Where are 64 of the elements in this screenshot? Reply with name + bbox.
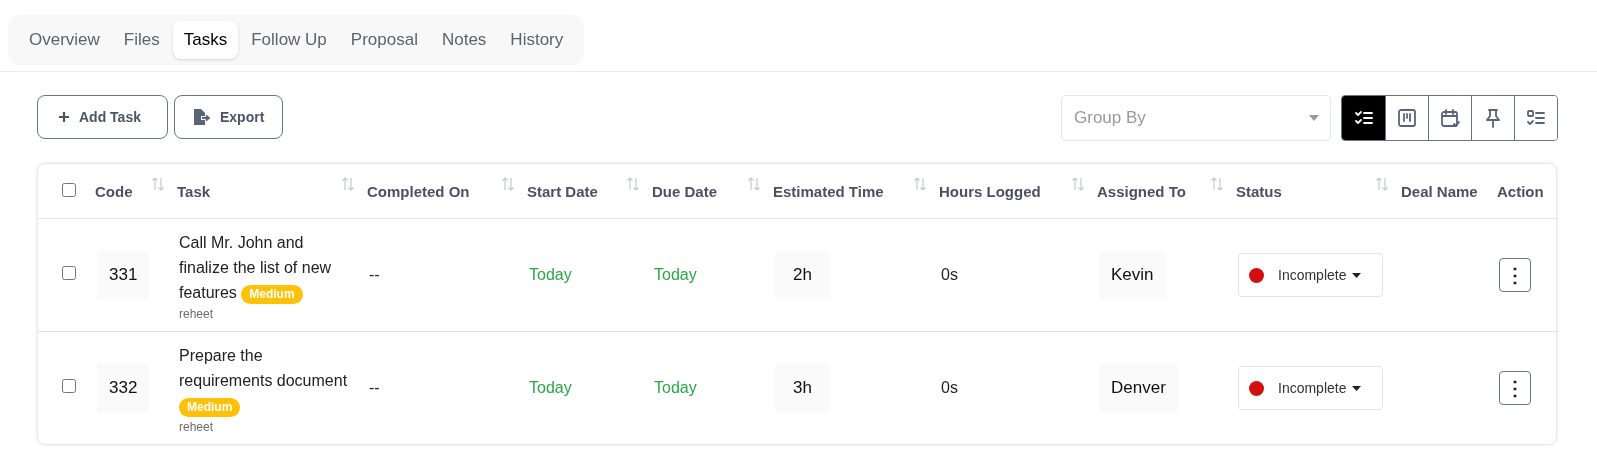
sort-icon[interactable] xyxy=(341,176,355,191)
sort-icon[interactable] xyxy=(1210,176,1224,191)
completed-date: -- xyxy=(369,266,380,283)
row-checkbox[interactable] xyxy=(62,266,76,280)
add-task-button[interactable]: Add Task xyxy=(37,95,168,139)
more-actions-button[interactable]: ⋮ xyxy=(1499,258,1531,292)
column-header: Code xyxy=(95,182,133,200)
board-icon xyxy=(1396,107,1418,129)
column-header: Hours Logged xyxy=(939,182,1041,200)
plus-icon xyxy=(58,111,70,123)
column-header: Action xyxy=(1497,182,1544,200)
sort-icon[interactable] xyxy=(626,176,640,191)
completed-date: -- xyxy=(369,379,380,396)
file-export-icon xyxy=(193,109,211,125)
select-all-checkbox[interactable] xyxy=(62,182,76,197)
column-header: Status xyxy=(1236,182,1282,200)
sort-icon[interactable] xyxy=(1071,176,1085,191)
tab[interactable]: Follow Up xyxy=(240,21,338,59)
export-button[interactable]: Export xyxy=(174,95,284,139)
column-header: Start Date xyxy=(527,182,598,200)
tab[interactable]: Proposal xyxy=(339,21,429,59)
tab[interactable]: Notes xyxy=(430,21,498,59)
estimated-time: 3h xyxy=(775,364,830,412)
sort-icon[interactable] xyxy=(1375,176,1389,191)
status-dropdown[interactable]: Incomplete xyxy=(1238,366,1383,410)
sort-icon[interactable] xyxy=(151,176,165,191)
column-header: Estimated Time xyxy=(773,182,884,200)
caret-icon xyxy=(1352,385,1362,391)
estimated-time: 2h xyxy=(775,251,830,299)
checklist-view-button[interactable] xyxy=(1514,96,1557,140)
sort-icon[interactable] xyxy=(913,176,927,191)
calendar-icon xyxy=(1439,107,1461,129)
task-title[interactable]: Call Mr. John and finalize the list of new features Medium xyxy=(179,229,353,305)
hours-logged: 0s xyxy=(941,266,958,283)
more-actions-button[interactable]: ⋮ xyxy=(1499,371,1531,405)
hours-logged: 0s xyxy=(941,379,958,396)
assignee-name: Kevin xyxy=(1099,251,1166,299)
column-header: Deal Name xyxy=(1401,182,1478,200)
task-title[interactable]: Prepare the requirements document Medium xyxy=(179,342,353,418)
tab[interactable]: Tasks xyxy=(172,21,239,59)
start-date: Today xyxy=(529,379,572,396)
column-header: Task xyxy=(177,182,211,200)
status-dropdown[interactable]: Incomplete xyxy=(1238,253,1383,297)
project-name: reheet xyxy=(179,419,215,434)
caret-icon xyxy=(1352,272,1362,278)
tab[interactable]: Files xyxy=(112,21,171,59)
task-code: 332 xyxy=(97,364,150,412)
task-code: 331 xyxy=(97,251,150,299)
assignee-name: Denver xyxy=(1099,364,1178,412)
due-date: Today xyxy=(654,379,697,396)
dropdown-arrow-icon xyxy=(1309,115,1319,121)
column-header: Completed On xyxy=(367,182,470,200)
group-by-select[interactable]: Group By xyxy=(1061,95,1331,141)
sort-icon[interactable] xyxy=(747,176,761,191)
column-header: Assigned To xyxy=(1097,182,1186,200)
column-header: Due Date xyxy=(652,182,718,200)
project-name: reheet xyxy=(179,306,215,321)
tab[interactable]: Overview xyxy=(18,21,111,59)
start-date: Today xyxy=(529,266,572,283)
row-checkbox[interactable] xyxy=(62,379,76,393)
tab[interactable]: History xyxy=(499,21,575,59)
due-date: Today xyxy=(654,266,697,283)
sort-icon[interactable] xyxy=(501,176,515,191)
list-view-button[interactable] xyxy=(1342,96,1385,140)
